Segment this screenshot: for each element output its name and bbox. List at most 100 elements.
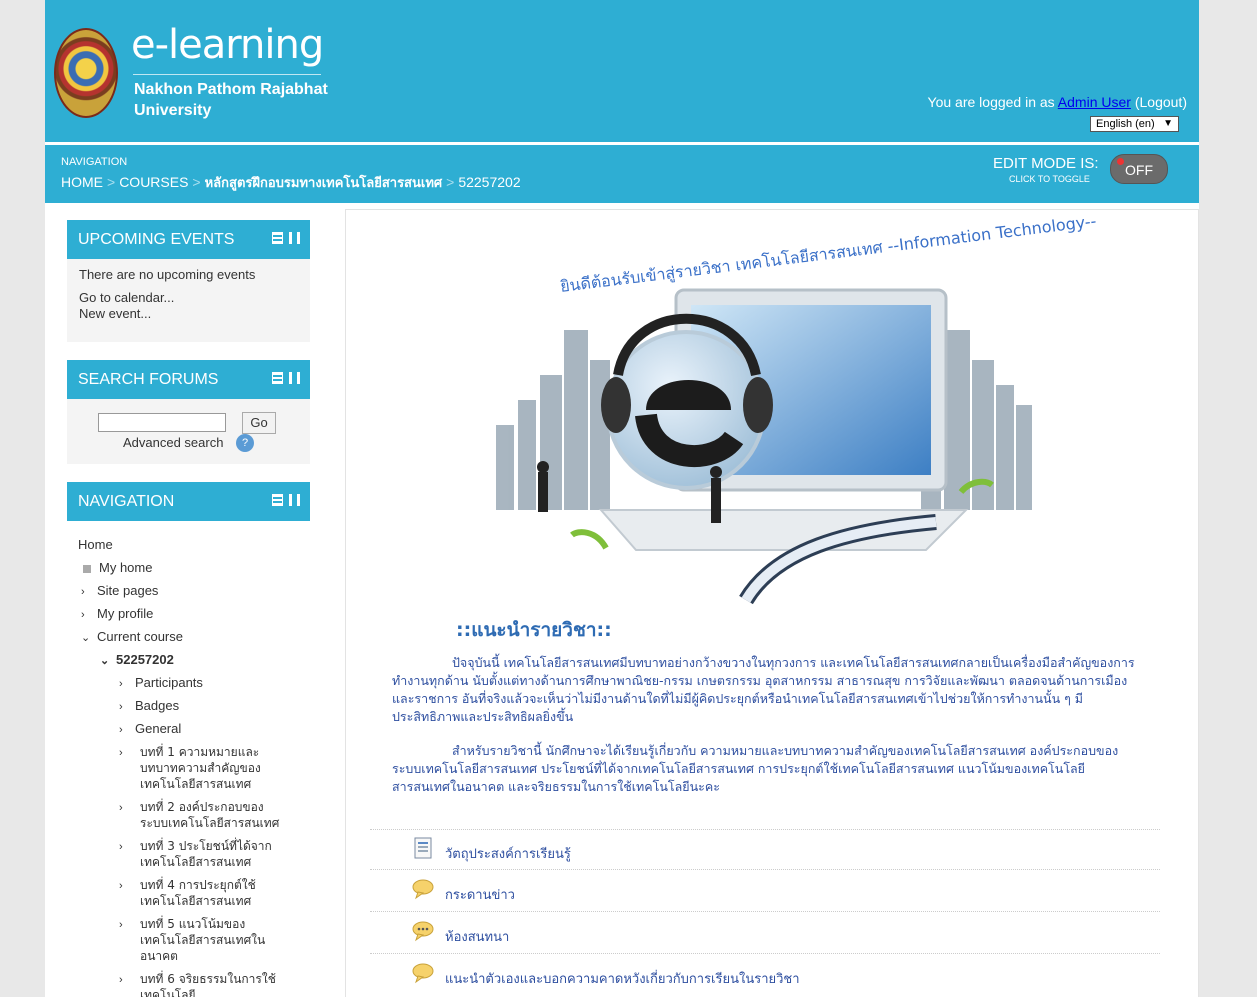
nav-general[interactable]: › General	[119, 721, 181, 738]
chapter-5-line1: บทที่ 5 แนวโน้มของ	[140, 917, 246, 931]
hide-block-icon[interactable]	[289, 494, 300, 506]
breadcrumb-course[interactable]: 52257202	[458, 174, 520, 190]
activity-label: ห้องสนทนา	[445, 930, 510, 945]
chevron-right-icon: ›	[119, 747, 123, 759]
site-title[interactable]: e-learning	[131, 22, 324, 68]
edit-mode-value: OFF	[1125, 162, 1153, 178]
page: e-learning Nakhon Pathom Rajabhat Univer…	[45, 0, 1199, 997]
user-profile-link[interactable]: Admin User	[1058, 94, 1131, 110]
block-title: NAVIGATION	[78, 493, 175, 510]
course-banner-image: ยินดีต้อนรับเข้าสู่รายวิชา เทคโนโลยีสารส…	[496, 211, 1097, 605]
chevron-right-icon: ›	[81, 586, 85, 598]
chevron-right-icon: ›	[119, 919, 123, 931]
breadcrumb: HOME > COURSES > หลักสูตรฝึกอบรมทางเทคโนโลยี…	[61, 172, 521, 193]
nav-course-code[interactable]: ⌄ 52257202	[100, 652, 174, 669]
chevron-right-icon: ›	[119, 701, 123, 713]
login-prefix: You are logged in as	[927, 94, 1058, 110]
chapter-1-line1: บทที่ 1 ความหมายและ	[140, 745, 260, 759]
search-go-button[interactable]: Go	[242, 412, 276, 434]
nav-my-profile[interactable]: › My profile	[81, 606, 153, 623]
nav-chapter-2[interactable]: ›	[119, 799, 135, 816]
edit-mode-label: EDIT MODE IS:	[993, 155, 1099, 172]
section-divider	[370, 911, 1160, 912]
breadcrumb-category[interactable]: หลักสูตรฝึกอบรมทางเทคโนโลยีสารสนเทศ	[205, 175, 443, 190]
section-divider	[370, 869, 1160, 870]
chevron-right-icon: ›	[81, 609, 85, 621]
nav-label: Current course	[97, 629, 183, 644]
upcoming-events-block: UPCOMING EVENTS There are no upcoming ev…	[67, 220, 310, 342]
nav-badges[interactable]: › Badges	[119, 698, 179, 715]
chevron-right-icon: ›	[119, 880, 123, 892]
chevron-right-icon: ›	[119, 841, 123, 853]
chapter-2-line1: บทที่ 2 องค์ประกอบของ	[140, 800, 264, 814]
chevron-down-icon: ⌄	[81, 632, 91, 644]
nav-chapter-5[interactable]: ›	[119, 916, 135, 933]
nav-home[interactable]: Home	[78, 537, 113, 553]
block-title: SEARCH FORUMS	[78, 371, 219, 388]
nav-label: My profile	[97, 606, 154, 621]
navigation-block: NAVIGATION Home My home › Site pages › My …	[67, 482, 310, 997]
course-intro-paragraph-1: ปัจจุบันนี้ เทคโนโลยีสารสนเทศมีบทบาทอย่า…	[392, 655, 1135, 724]
dock-block-icon[interactable]	[272, 232, 283, 244]
nav-label: My home	[99, 560, 153, 575]
nav-chapter-4[interactable]: ›	[119, 877, 135, 894]
help-icon[interactable]: ?	[236, 434, 254, 452]
activity-label: วัตถุประสงค์การเรียนรู้	[445, 847, 571, 862]
dock-block-icon[interactable]	[272, 372, 283, 384]
site-subtitle-line1: Nakhon Pathom Rajabhat	[134, 81, 328, 98]
breadcrumb-home[interactable]: HOME	[61, 174, 103, 190]
chevron-right-icon: ›	[119, 678, 123, 690]
chat-icon	[412, 921, 434, 942]
search-forums-block: SEARCH FORUMS Go Advanced search ?	[67, 360, 310, 464]
university-seal-logo[interactable]	[54, 28, 118, 118]
breadcrumb-separator: >	[446, 174, 455, 190]
square-bullet-icon	[83, 564, 91, 573]
block-content: There are no upcoming events Go to calen…	[67, 259, 310, 330]
go-to-calendar-link[interactable]: Go to calendar...	[79, 290, 298, 306]
nav-site-pages[interactable]: › Site pages	[81, 583, 158, 600]
nav-participants[interactable]: › Participants	[119, 675, 203, 692]
logout-link[interactable]: Logout	[1140, 94, 1183, 110]
page-icon	[414, 837, 432, 859]
chapter-6-line1: บทที่ 6 จริยธรรมในการใช้	[140, 972, 276, 986]
language-select[interactable]: English (en) ▼	[1090, 116, 1179, 132]
nav-label: Badges	[135, 698, 180, 713]
advanced-search-link[interactable]: Advanced search	[123, 435, 223, 450]
login-info: You are logged in as Admin User (Logout)	[927, 94, 1187, 110]
nav-chapter-6[interactable]: ›	[119, 971, 135, 988]
activity-label: แนะนำตัวเองและบอกความคาดหวังเกี่ยวกับการ…	[445, 972, 800, 987]
nav-chapter-3[interactable]: ›	[119, 838, 135, 855]
block-header: UPCOMING EVENTS	[67, 220, 310, 259]
dock-block-icon[interactable]	[272, 494, 283, 506]
chapter-2-line2: ระบบเทคโนโลยีสารสนเทศ	[140, 816, 280, 830]
new-event-link[interactable]: New event...	[79, 306, 298, 322]
hide-block-icon[interactable]	[289, 232, 300, 244]
chevron-right-icon: ›	[119, 724, 123, 736]
chapter-1-line2: บทบาทความสำคัญของ	[140, 761, 261, 775]
block-header: SEARCH FORUMS	[67, 360, 310, 399]
edit-mode-toggle[interactable]: OFF	[1110, 154, 1168, 184]
block-header: NAVIGATION	[67, 482, 310, 521]
nav-my-home[interactable]: My home	[81, 560, 152, 576]
banner-caption: ยินดีต้อนรับเข้าสู่รายวิชา เทคโนโลยีสารส…	[559, 211, 1097, 297]
activity-label: กระดานข่าว	[445, 888, 515, 903]
breadcrumb-separator: >	[192, 174, 201, 190]
section-divider	[370, 829, 1160, 830]
nav-chapter-1[interactable]: ›	[119, 744, 135, 761]
chevron-right-icon: ›	[119, 974, 123, 986]
chevron-down-icon: ▼	[1163, 118, 1173, 129]
chapter-4-line1: บทที่ 4 การประยุกต์ใช้	[140, 878, 256, 892]
chapter-6-line2: เทคโนโลยี	[140, 988, 196, 997]
breadcrumb-courses[interactable]: COURSES	[119, 174, 188, 190]
chapter-4-line2: เทคโนโลยีสารสนเทศ	[140, 894, 252, 908]
status-dot-icon	[1117, 158, 1124, 165]
hide-block-icon[interactable]	[289, 372, 300, 384]
site-subtitle-line2: University	[134, 102, 212, 119]
nav-current-course[interactable]: ⌄ Current course	[81, 629, 183, 646]
edit-mode-hint: CLICK TO TOGGLE	[1009, 174, 1090, 184]
breadcrumb-separator: >	[107, 174, 116, 190]
nav-label: Site pages	[97, 583, 159, 598]
chapter-3-line1: บทที่ 3 ประโยชน์ที่ได้จาก	[140, 839, 272, 853]
search-input[interactable]	[98, 413, 226, 432]
course-intro-title: ::แนะนำรายวิชา::	[456, 619, 612, 641]
